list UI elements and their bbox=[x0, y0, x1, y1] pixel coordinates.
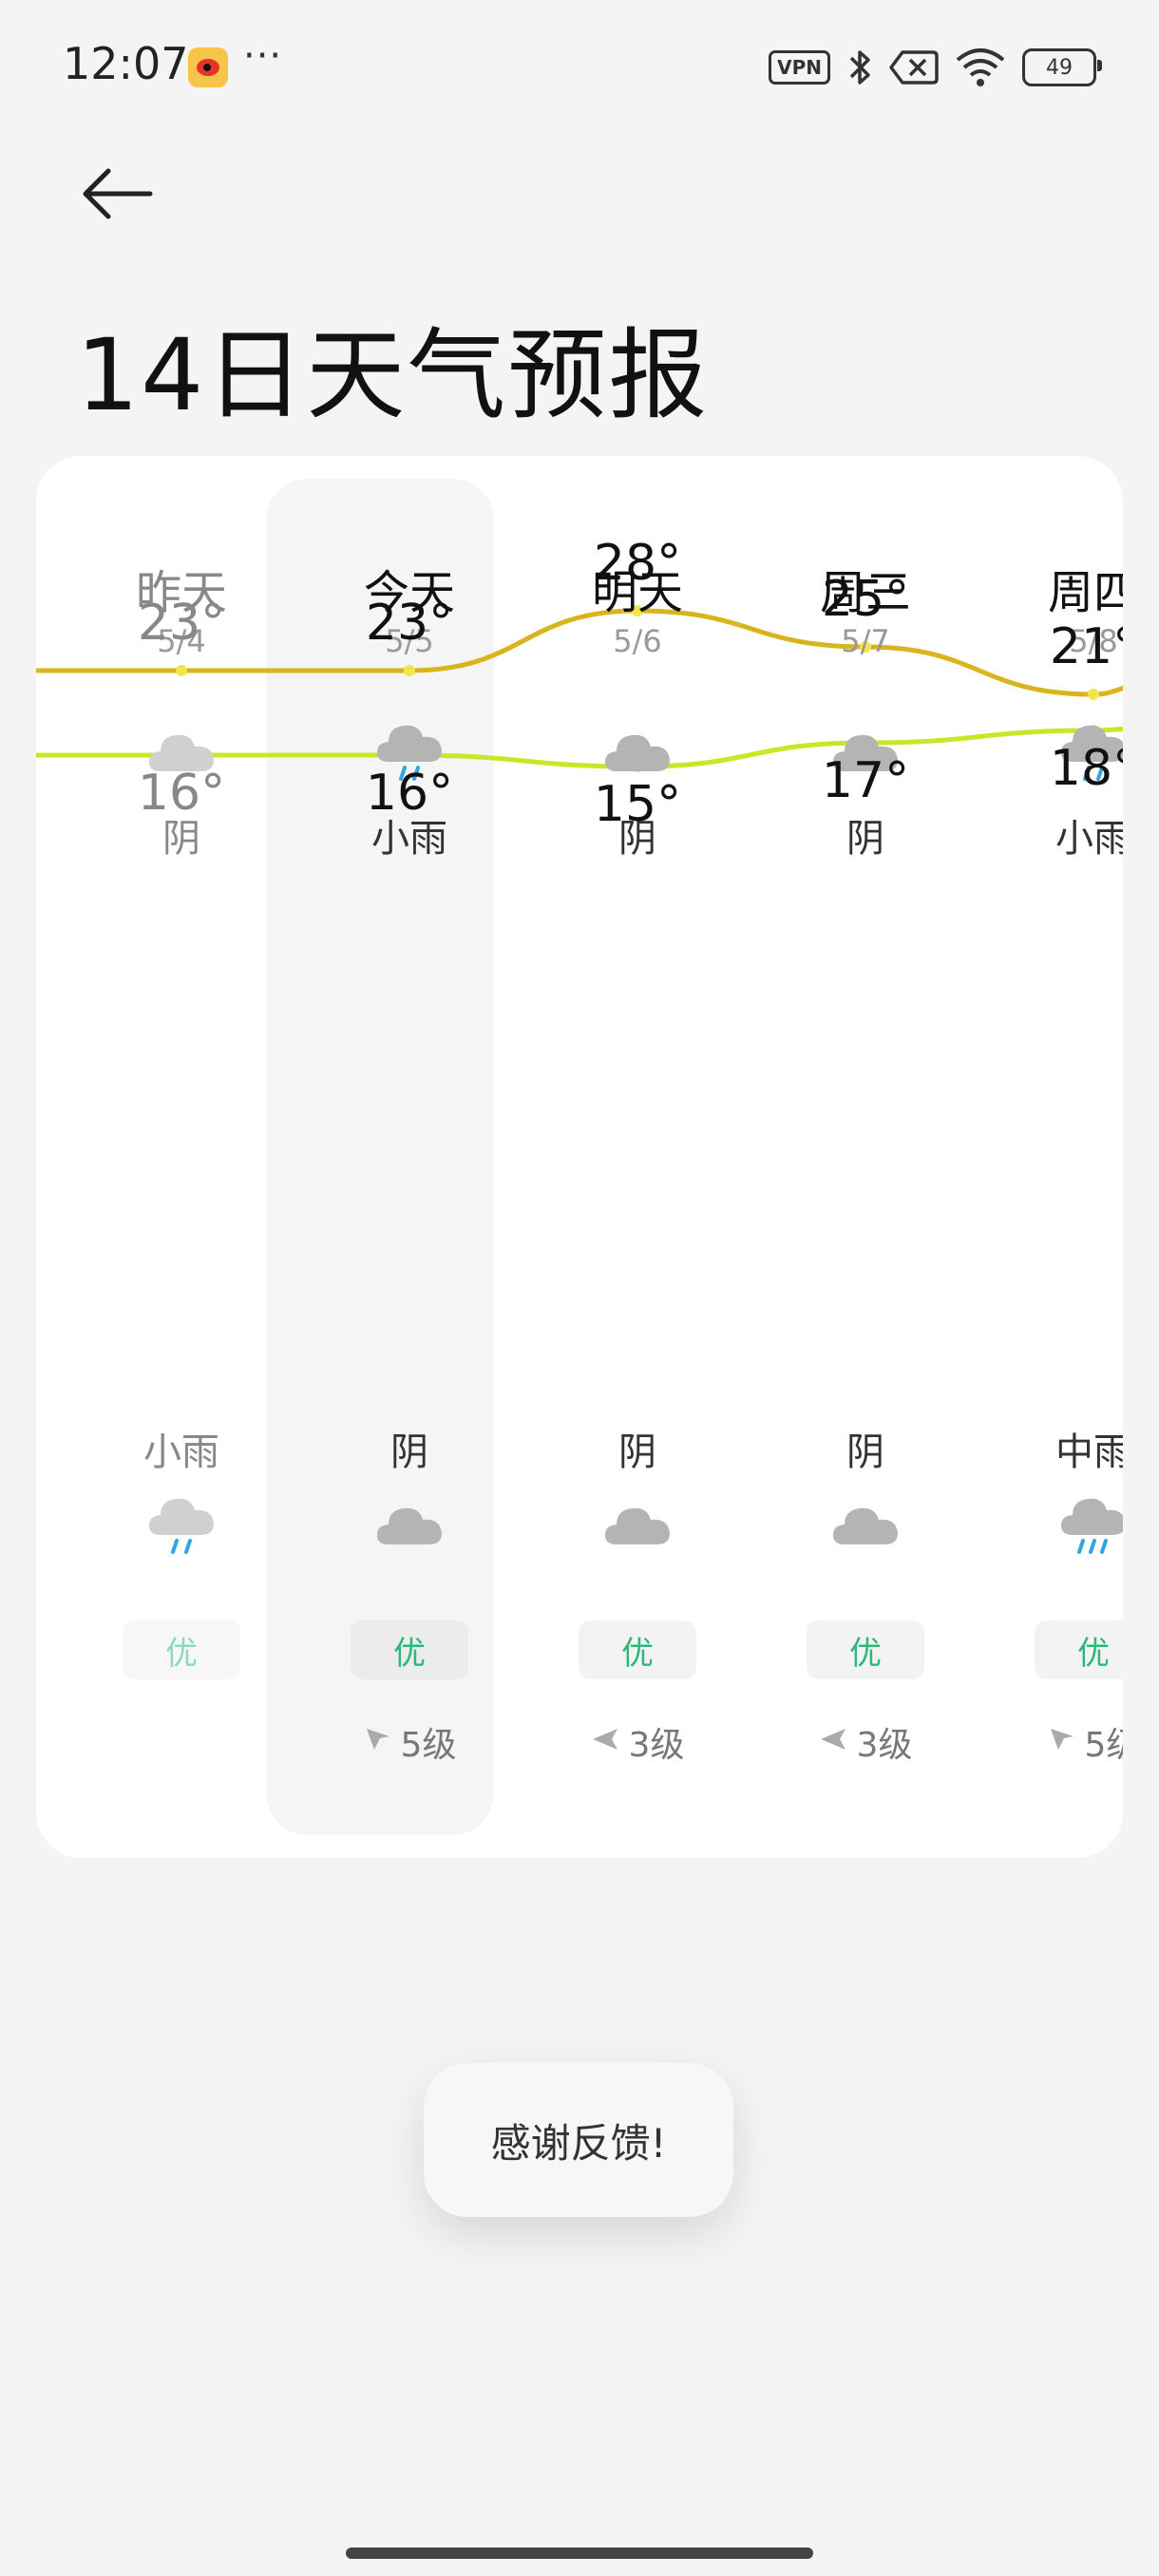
high-temp: 21° bbox=[1049, 618, 1123, 675]
night-condition: 阴 bbox=[618, 1430, 656, 1474]
day-column[interactable]: 周三 5/7 阴 25° 17° 阴 优 3级 bbox=[750, 456, 980, 1858]
wind-level: 5级 bbox=[978, 1717, 1123, 1767]
low-temp: 15° bbox=[593, 776, 682, 833]
high-temp: 28° bbox=[593, 535, 682, 592]
home-indicator[interactable] bbox=[346, 2548, 813, 2559]
forecast-card[interactable]: 昨天 5/4 阴 23° 16° 小雨 优 今天 5/5 小雨 23° 16° … bbox=[36, 456, 1123, 1858]
high-temp: 23° bbox=[137, 595, 226, 652]
vpn-icon: VPN bbox=[769, 50, 830, 85]
back-arrow-icon[interactable] bbox=[80, 163, 156, 224]
wifi-icon bbox=[956, 48, 1005, 86]
aqi-badge[interactable]: 优 bbox=[1035, 1620, 1123, 1679]
bluetooth-icon bbox=[849, 50, 870, 85]
wind-level-label: 5级 bbox=[1084, 1726, 1123, 1765]
weibo-icon bbox=[188, 47, 228, 87]
toast-message: 感谢反馈! bbox=[424, 2063, 733, 2217]
aqi-badge[interactable]: 优 bbox=[807, 1620, 924, 1679]
low-temp: 16° bbox=[365, 765, 454, 822]
wind-direction-icon bbox=[819, 1723, 847, 1762]
day-column[interactable]: 周四 5/8 小雨 21° 18° 中雨 优 5级 bbox=[978, 456, 1123, 1858]
night-condition: 中雨 bbox=[1055, 1430, 1123, 1474]
low-temp: 17° bbox=[821, 752, 910, 809]
night-condition: 阴 bbox=[846, 1430, 884, 1474]
no-sim-icon bbox=[889, 50, 939, 85]
battery-level: 49 bbox=[1046, 55, 1073, 80]
wind-level: 3级 bbox=[750, 1717, 980, 1767]
page-title: 14日天气预报 bbox=[76, 317, 710, 433]
wind-level-label: 3级 bbox=[628, 1726, 685, 1765]
aqi-badge[interactable]: 优 bbox=[579, 1620, 696, 1679]
day-label: 周四 bbox=[1047, 566, 1123, 619]
battery-icon: 49 bbox=[1022, 48, 1102, 86]
status-time: 12:07 bbox=[63, 38, 189, 89]
high-temp: 25° bbox=[821, 571, 910, 628]
low-temp: 18° bbox=[1049, 740, 1123, 797]
wind-direction-icon bbox=[591, 1723, 619, 1762]
day-condition: 小雨 bbox=[1055, 817, 1123, 861]
day-column[interactable]: 昨天 5/4 阴 23° 16° 小雨 优 bbox=[66, 456, 296, 1858]
day-column[interactable]: 明天 5/6 阴 28° 15° 阴 优 3级 bbox=[522, 456, 752, 1858]
night-condition: 阴 bbox=[390, 1430, 428, 1474]
date-label: 5/7 bbox=[841, 623, 890, 659]
wind-level: 5级 bbox=[294, 1717, 524, 1767]
day-column[interactable]: 今天 5/5 小雨 23° 16° 阴 优 5级 bbox=[294, 456, 524, 1858]
aqi-badge[interactable]: 优 bbox=[123, 1620, 240, 1679]
wind-level-label: 3级 bbox=[856, 1726, 913, 1765]
day-condition: 阴 bbox=[846, 817, 884, 861]
more-notifications-icon: ··· bbox=[243, 34, 283, 78]
cloud-icon bbox=[603, 1493, 672, 1560]
low-temp: 16° bbox=[137, 765, 226, 822]
status-bar: 12:07 ··· VPN 49 bbox=[0, 0, 1159, 133]
date-label: 5/6 bbox=[613, 623, 662, 659]
night-condition: 小雨 bbox=[143, 1430, 219, 1474]
wind-level: 3级 bbox=[522, 1717, 752, 1767]
light-rain-icon bbox=[147, 1493, 216, 1560]
wind-level-label: 5级 bbox=[400, 1726, 457, 1765]
high-temp: 23° bbox=[365, 595, 454, 652]
wind-direction-icon bbox=[363, 1723, 391, 1762]
aqi-badge[interactable]: 优 bbox=[351, 1620, 468, 1679]
cloud-icon bbox=[831, 1493, 900, 1560]
status-icons: VPN 49 bbox=[769, 44, 1102, 91]
moderate-rain-icon bbox=[1059, 1493, 1123, 1560]
wind-direction-icon bbox=[1047, 1723, 1075, 1762]
cloud-icon bbox=[375, 1493, 444, 1560]
